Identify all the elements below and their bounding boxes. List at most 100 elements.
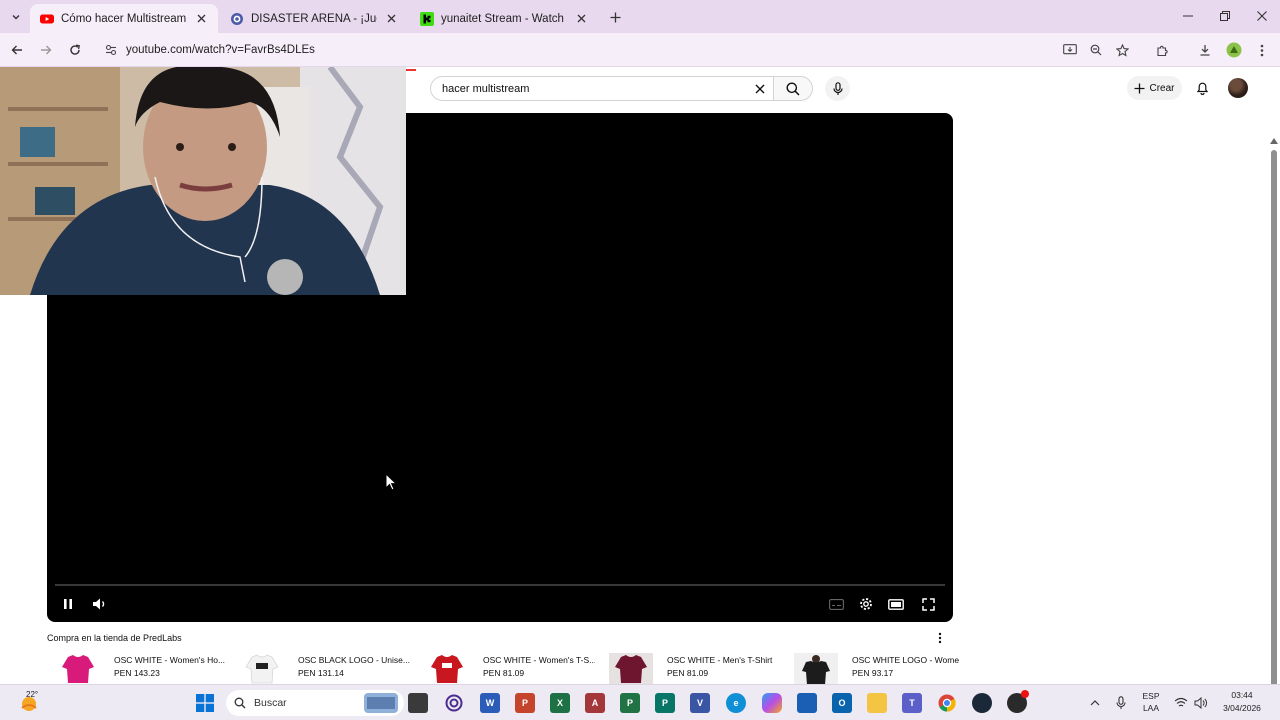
tab-kick-stream[interactable]: yunaitet Stream - Watch Live o bbox=[410, 4, 598, 33]
excel-icon[interactable]: X bbox=[550, 693, 570, 713]
copilot-icon[interactable] bbox=[762, 693, 782, 713]
tab-disaster-arena[interactable]: DISASTER ARENA - ¡Juega Grati bbox=[220, 4, 408, 33]
clock-date[interactable]: 3/04/2026 bbox=[1215, 703, 1269, 714]
search-button[interactable] bbox=[773, 76, 813, 101]
product-thumbnail bbox=[794, 653, 838, 684]
product-card[interactable]: OSC WHITE - Women's T-S... PEN 81.09 bbox=[425, 653, 595, 684]
close-tab-icon[interactable] bbox=[574, 12, 588, 26]
language-indicator[interactable]: ESP bbox=[1138, 691, 1164, 702]
scroll-up-arrow-icon[interactable] bbox=[1270, 138, 1278, 144]
product-thumbnail bbox=[62, 655, 94, 683]
pause-icon[interactable] bbox=[57, 594, 79, 614]
voice-search-button[interactable] bbox=[825, 76, 850, 101]
product-card[interactable]: OSC WHITE - Men's T-Shirt PEN 81.09 bbox=[609, 653, 779, 684]
product-name: OSC WHITE - Men's T-Shirt bbox=[667, 655, 773, 665]
shop-shelf-title: Compra en la tienda de PredLabs bbox=[47, 633, 182, 643]
taskbar-search-box[interactable]: Buscar bbox=[226, 690, 404, 716]
edge-icon[interactable]: e bbox=[726, 693, 746, 713]
chrome-icon[interactable] bbox=[937, 693, 957, 713]
close-tab-icon[interactable] bbox=[194, 12, 208, 26]
task-view-icon[interactable] bbox=[408, 693, 428, 713]
more-menu-icon[interactable] bbox=[1253, 41, 1271, 59]
tab-title: Cómo hacer Multistream gratis bbox=[61, 12, 187, 25]
shop-more-options-icon[interactable] bbox=[933, 630, 947, 646]
theater-mode-icon[interactable] bbox=[885, 594, 907, 614]
speaker-icon[interactable] bbox=[1191, 693, 1211, 713]
product-thumbnail bbox=[609, 653, 653, 684]
page-scrollbar[interactable] bbox=[1268, 134, 1280, 684]
tab-title: yunaitet Stream - Watch Live o bbox=[441, 12, 567, 25]
show-hidden-icons-chevron[interactable] bbox=[1085, 693, 1105, 713]
volume-icon[interactable] bbox=[89, 594, 111, 614]
settings-gear-icon[interactable] bbox=[855, 594, 877, 614]
weather-temp: 22° bbox=[26, 690, 39, 699]
product-name: OSC WHITE - Women's T-S... bbox=[483, 655, 595, 665]
cortana-icon[interactable] bbox=[444, 693, 464, 713]
product-name: OSC WHITE LOGO - Wome bbox=[852, 655, 960, 665]
obs-recording-icon[interactable] bbox=[1007, 690, 1029, 713]
file-explorer-icon[interactable] bbox=[867, 693, 887, 713]
profile-avatar-icon[interactable] bbox=[1225, 41, 1243, 59]
address-bar[interactable]: youtube.com/watch?v=FavrBs4DLEs bbox=[96, 37, 1046, 63]
product-card[interactable]: OSC BLACK LOGO - Unise... PEN 131.14 bbox=[240, 653, 410, 684]
webcam-overlay bbox=[0, 67, 406, 295]
product-card[interactable]: OSC WHITE LOGO - Wome PEN 93.17 bbox=[794, 653, 959, 684]
publisher-icon[interactable]: P bbox=[655, 693, 675, 713]
access-icon[interactable]: A bbox=[585, 693, 605, 713]
clock-time[interactable]: 03:44 bbox=[1219, 690, 1265, 701]
visio-icon[interactable]: V bbox=[690, 693, 710, 713]
fullscreen-icon[interactable] bbox=[917, 594, 939, 614]
restore-window-icon[interactable] bbox=[1215, 7, 1235, 25]
forward-arrow-icon[interactable] bbox=[37, 41, 55, 59]
close-window-icon[interactable] bbox=[1252, 7, 1272, 25]
browser-tab-strip: Cómo hacer Multistream gratis DISASTER A… bbox=[0, 0, 1280, 33]
microphone-tray-icon[interactable] bbox=[1111, 693, 1131, 713]
product-card[interactable]: OSC WHITE - Women's Ho... PEN 143.23 bbox=[56, 653, 226, 684]
network-icon[interactable] bbox=[1171, 693, 1191, 713]
search-input[interactable]: hacer multistream bbox=[430, 76, 774, 101]
store-icon[interactable] bbox=[797, 693, 817, 713]
reload-icon[interactable] bbox=[66, 41, 84, 59]
scrollbar-thumb[interactable] bbox=[1271, 150, 1277, 684]
back-arrow-icon[interactable] bbox=[8, 41, 26, 59]
plus-icon bbox=[1134, 83, 1145, 93]
create-button[interactable]: Crear bbox=[1127, 76, 1182, 100]
video-progress-bar[interactable] bbox=[55, 584, 945, 586]
outlook-icon[interactable]: O bbox=[832, 693, 852, 713]
search-icon bbox=[234, 697, 246, 709]
bookmark-star-icon[interactable] bbox=[1113, 41, 1131, 59]
notifications-bell-icon[interactable] bbox=[1192, 78, 1212, 98]
tab-youtube[interactable]: Cómo hacer Multistream gratis bbox=[30, 4, 218, 33]
mouse-cursor-icon bbox=[385, 473, 397, 491]
url-text: youtube.com/watch?v=FavrBs4DLEs bbox=[126, 44, 315, 56]
keyboard-layout-indicator[interactable]: LAA bbox=[1138, 703, 1164, 714]
search-highlight-image bbox=[364, 693, 398, 713]
site-settings-icon[interactable] bbox=[102, 41, 120, 59]
product-price: PEN 93.17 bbox=[852, 668, 894, 678]
install-app-icon[interactable] bbox=[1061, 41, 1079, 59]
zoom-icon[interactable] bbox=[1087, 41, 1105, 59]
steam-icon[interactable] bbox=[972, 693, 992, 713]
search-query: hacer multistream bbox=[442, 82, 530, 95]
globe-icon bbox=[231, 12, 243, 25]
product-price: PEN 143.23 bbox=[114, 668, 160, 678]
powerpoint-icon[interactable]: P bbox=[515, 693, 535, 713]
close-tab-icon[interactable] bbox=[384, 12, 398, 26]
account-avatar[interactable] bbox=[1228, 78, 1248, 98]
kick-icon bbox=[420, 11, 434, 26]
teams-icon[interactable]: T bbox=[902, 693, 922, 713]
loading-bar bbox=[406, 69, 416, 71]
project-icon[interactable]: P bbox=[620, 693, 640, 713]
product-price: PEN 81.09 bbox=[667, 668, 709, 678]
minimize-window-icon[interactable] bbox=[1178, 7, 1198, 25]
word-icon[interactable]: W bbox=[480, 693, 500, 713]
downloads-icon[interactable] bbox=[1196, 41, 1214, 59]
new-tab-plus-icon[interactable] bbox=[606, 8, 624, 26]
clear-search-icon[interactable] bbox=[750, 79, 770, 99]
extensions-puzzle-icon[interactable] bbox=[1153, 41, 1171, 59]
tab-search-chevron-icon[interactable] bbox=[6, 7, 26, 27]
subtitles-icon[interactable] bbox=[825, 594, 847, 614]
product-thumbnail bbox=[431, 655, 463, 683]
windows-start-icon[interactable] bbox=[195, 693, 215, 713]
product-thumbnail bbox=[245, 654, 279, 684]
